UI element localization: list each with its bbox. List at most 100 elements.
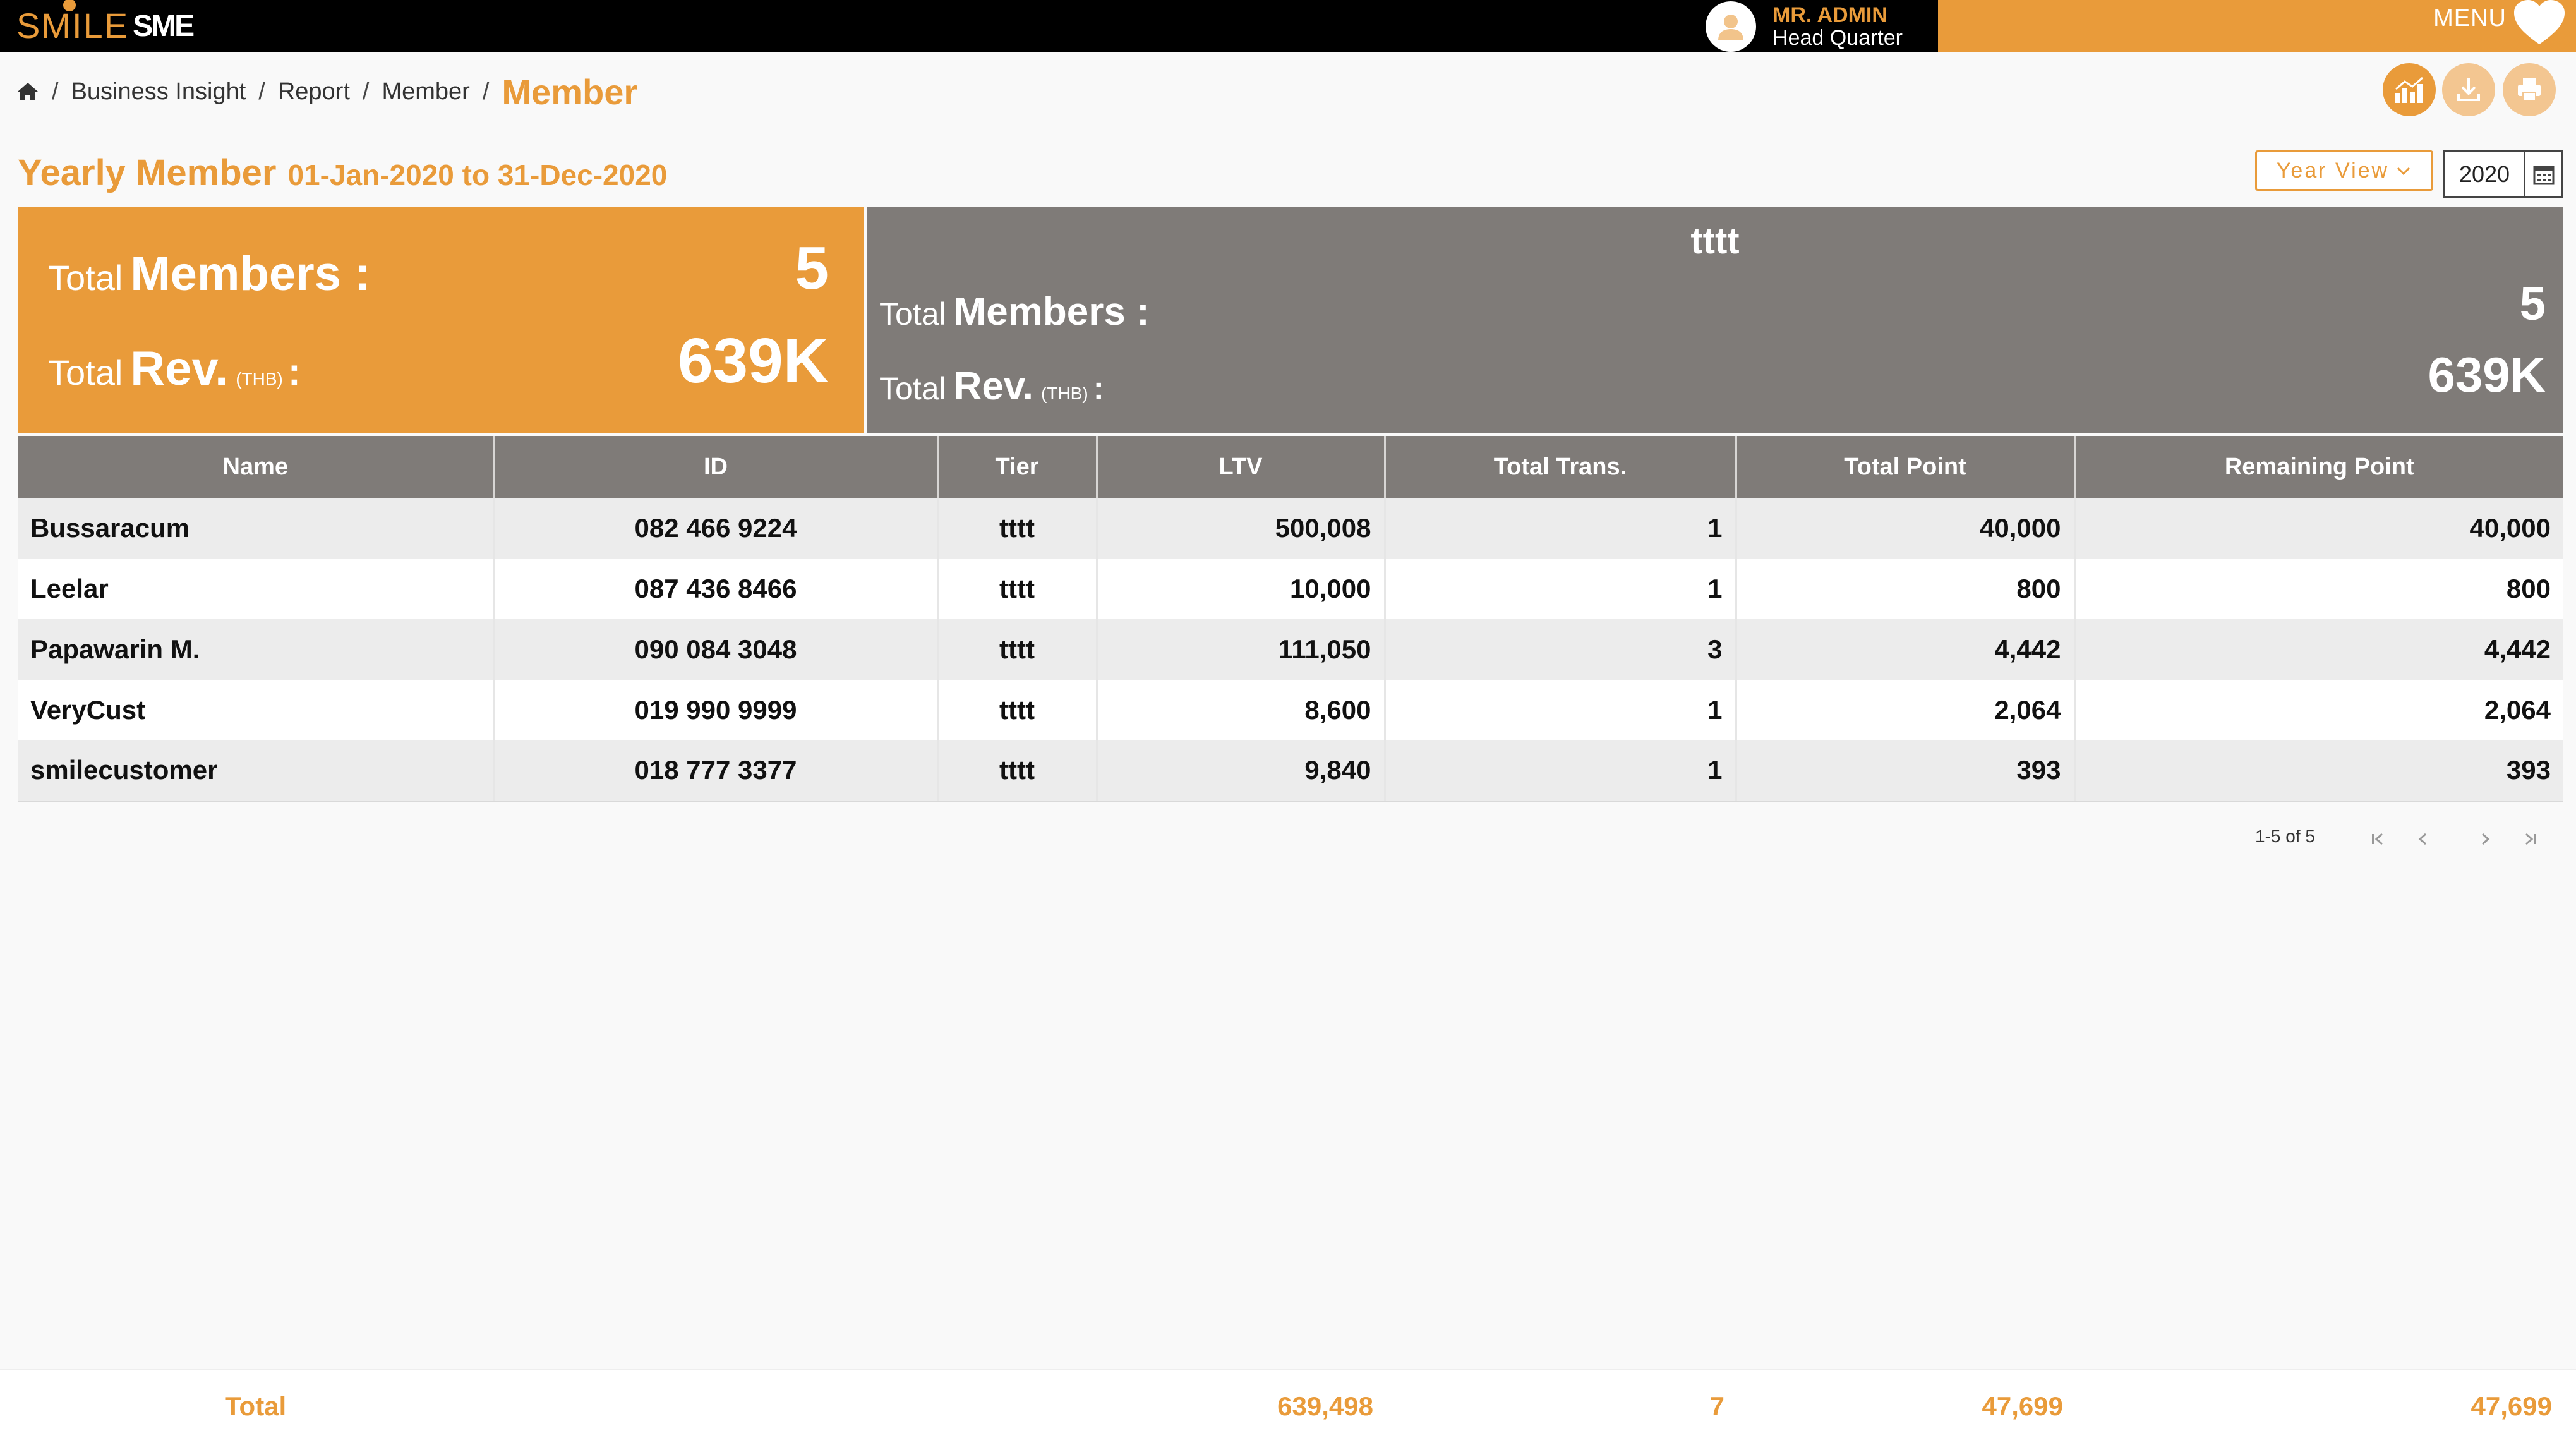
cell-id: 018 777 3377	[494, 740, 939, 802]
total-summary-card[interactable]: Total Members : 5 Total Rev. (THB) : 639…	[18, 207, 864, 433]
cell-name: VeryCust	[18, 680, 495, 740]
download-icon	[2457, 78, 2480, 101]
tier-revenue-label: Total Rev. (THB) :	[879, 364, 1104, 409]
report-heading: Yearly Member 01-Jan-2020 to 31-Dec-2020	[18, 152, 667, 194]
currency-unit: (THB)	[1041, 384, 1088, 403]
cell-id: 090 084 3048	[494, 619, 939, 680]
cell-ltv: 9,840	[1097, 740, 1386, 802]
report-date-range: 01-Jan-2020 to 31-Dec-2020	[287, 159, 668, 191]
breadcrumb-separator: /	[258, 78, 265, 105]
tier-members-value: 5	[2519, 277, 2546, 330]
cell-remaining-point: 4,442	[2074, 619, 2563, 680]
tier-members-label: Total Members :	[879, 289, 1150, 334]
next-page-icon[interactable]	[2472, 826, 2498, 852]
revenue-word: Rev.	[130, 342, 229, 396]
table-row[interactable]: Bussaracum 082 466 9224 tttt 500,008 1 4…	[18, 498, 2563, 559]
logo-text-secondary: SME	[133, 9, 195, 43]
year-picker[interactable]: 2020	[2443, 150, 2563, 198]
previous-page-icon[interactable]	[2410, 826, 2436, 852]
column-header-ltv[interactable]: LTV	[1097, 436, 1386, 498]
table-row[interactable]: Papawarin M. 090 084 3048 tttt 111,050 3…	[18, 619, 2563, 680]
cell-name: Bussaracum	[18, 498, 495, 559]
user-name: MR. ADMIN	[1773, 3, 1887, 27]
tier-summary-card[interactable]: tttt Total Members : 5 Total Rev. (THB) …	[867, 207, 2563, 433]
top-bar: SMILE SME MR. ADMIN Head Quarter MENU	[0, 0, 2576, 52]
print-button[interactable]	[2503, 63, 2556, 116]
first-page-icon[interactable]	[2365, 826, 2390, 852]
footer-total-trans: 7	[1709, 1391, 1724, 1421]
chevron-down-icon	[2397, 167, 2410, 176]
home-icon[interactable]	[16, 80, 39, 103]
total-revenue-label: Total Rev. (THB) :	[48, 341, 301, 396]
cell-tier: tttt	[937, 498, 1098, 559]
app-logo[interactable]: SMILE SME	[16, 0, 195, 45]
heart-icon[interactable]	[2513, 0, 2566, 50]
breadcrumb-member[interactable]: Member	[382, 78, 469, 106]
logo-text-primary: SMILE	[16, 6, 129, 45]
cell-total-point: 4,442	[1736, 619, 2076, 680]
total-revenue-value: 639K	[677, 325, 829, 396]
cell-ltv: 111,050	[1097, 619, 1386, 680]
cell-total-point: 393	[1736, 740, 2076, 802]
total-members-value: 5	[795, 234, 829, 302]
cell-tier: tttt	[937, 740, 1098, 802]
view-mode-label: Year View	[2276, 158, 2390, 183]
column-header-total-point[interactable]: Total Point	[1736, 436, 2076, 498]
calendar-icon[interactable]	[2524, 152, 2561, 196]
menu-bar[interactable]: MENU	[1938, 0, 2576, 52]
breadcrumb: / Business Insight / Report / Member / M…	[16, 69, 637, 114]
pagination-range: 1-5 of 5	[2255, 826, 2315, 846]
total-members-label: Total Members :	[48, 246, 370, 301]
revenue-word: Rev.	[953, 365, 1033, 408]
user-info[interactable]: MR. ADMIN Head Quarter	[1706, 0, 1903, 52]
cell-name: Leelar	[18, 559, 495, 619]
last-page-icon[interactable]	[2518, 826, 2543, 852]
members-word: Members :	[130, 247, 371, 301]
cell-remaining-point: 2,064	[2074, 680, 2563, 740]
breadcrumb-business-insight[interactable]: Business Insight	[71, 78, 246, 106]
cell-id: 082 466 9224	[494, 498, 939, 559]
table-row[interactable]: smilecustomer 018 777 3377 tttt 9,840 1 …	[18, 740, 2563, 802]
chart-icon	[2395, 76, 2423, 103]
cell-total-trans: 1	[1385, 559, 1737, 619]
user-branch: Head Quarter	[1773, 25, 1903, 50]
member-table: Name ID Tier LTV Total Trans. Total Poin…	[18, 436, 2563, 802]
table-header-row: Name ID Tier LTV Total Trans. Total Poin…	[18, 436, 2563, 498]
cell-tier: tttt	[937, 680, 1098, 740]
total-word: Total	[879, 371, 946, 406]
year-value[interactable]: 2020	[2445, 161, 2524, 188]
user-text: MR. ADMIN Head Quarter	[1773, 4, 1903, 49]
breadcrumb-separator: /	[482, 78, 490, 105]
top-bar-left: SMILE SME MR. ADMIN Head Quarter	[0, 0, 1938, 52]
view-mode-select[interactable]: Year View	[2255, 150, 2433, 191]
download-button[interactable]	[2442, 63, 2495, 116]
cell-name: smilecustomer	[18, 740, 495, 802]
total-word: Total	[48, 258, 123, 298]
column-header-tier[interactable]: Tier	[937, 436, 1098, 498]
footer-total-ltv: 639,498	[1277, 1391, 1373, 1421]
table-row[interactable]: VeryCust 019 990 9999 tttt 8,600 1 2,064…	[18, 680, 2563, 740]
chart-button[interactable]	[2383, 63, 2436, 116]
breadcrumb-separator: /	[362, 78, 370, 105]
table-row[interactable]: Leelar 087 436 8466 tttt 10,000 1 800 80…	[18, 559, 2563, 619]
cell-total-trans: 3	[1385, 619, 1737, 680]
cell-tier: tttt	[937, 619, 1098, 680]
footer-total-point: 47,699	[1982, 1391, 2063, 1421]
tier-name: tttt	[1690, 221, 1740, 262]
print-icon	[2518, 78, 2541, 102]
menu-label[interactable]: MENU	[2433, 5, 2507, 32]
total-word: Total	[48, 353, 123, 392]
column-header-remaining-point[interactable]: Remaining Point	[2074, 436, 2563, 498]
cell-total-trans: 1	[1385, 680, 1737, 740]
breadcrumb-report[interactable]: Report	[278, 78, 350, 106]
cell-total-point: 2,064	[1736, 680, 2076, 740]
cell-total-trans: 1	[1385, 740, 1737, 802]
colon: :	[1093, 370, 1104, 407]
column-header-name[interactable]: Name	[18, 436, 495, 498]
cell-total-point: 800	[1736, 559, 2076, 619]
total-word: Total	[879, 296, 946, 332]
cell-ltv: 500,008	[1097, 498, 1386, 559]
column-header-id[interactable]: ID	[494, 436, 939, 498]
cell-ltv: 10,000	[1097, 559, 1386, 619]
column-header-total-trans[interactable]: Total Trans.	[1385, 436, 1737, 498]
